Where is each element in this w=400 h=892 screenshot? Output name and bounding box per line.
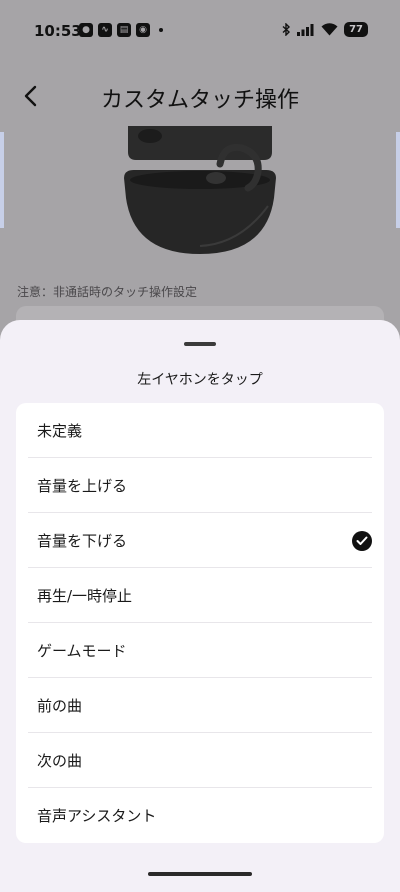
bottom-sheet: 左イヤホンをタップ 未定義音量を上げる 音量を下げる 再生/一時停止 ゲームモード 前の… xyxy=(0,320,400,892)
option-label: 音量を下げる xyxy=(37,532,128,550)
option-item[interactable]: 前の曲 xyxy=(16,678,384,733)
option-item[interactable]: 音量を下げる xyxy=(16,513,384,568)
more-notifications-dot xyxy=(159,28,163,32)
battery-icon: 77 xyxy=(344,22,368,37)
status-bar: 10:53 ● ∿ ▤ ◉ 77 xyxy=(0,0,400,60)
option-label: 再生/一時停止 xyxy=(37,587,133,605)
option-item[interactable]: 音量を上げる xyxy=(16,458,384,513)
bluetooth-icon xyxy=(282,23,291,36)
option-label: ゲームモード xyxy=(37,642,127,660)
option-label: 音声アシスタント xyxy=(37,807,157,825)
option-item[interactable]: 再生/一時停止 xyxy=(16,568,384,623)
option-item[interactable]: 次の曲 xyxy=(16,733,384,788)
left-edge-indicator xyxy=(0,132,4,228)
option-label: 前の曲 xyxy=(37,697,83,715)
option-label: 音量を上げる xyxy=(37,477,128,495)
status-time: 10:53 xyxy=(34,22,82,40)
signal-icon xyxy=(297,23,314,36)
sheet-title: 左イヤホンをタップ xyxy=(137,372,263,388)
home-indicator[interactable] xyxy=(148,872,252,876)
news-icon: ▤ xyxy=(117,23,131,37)
notification-icons: ● ∿ ▤ ◉ xyxy=(79,23,163,37)
drag-handle[interactable] xyxy=(184,342,216,346)
wifi-icon xyxy=(321,23,338,36)
activity-icon: ∿ xyxy=(98,23,112,37)
checkmark-icon xyxy=(352,530,372,551)
option-list: 未定義音量を上げる 音量を下げる 再生/一時停止 ゲームモード 前の曲次の曲音声アシスタ… xyxy=(16,403,384,843)
app-icon: ◉ xyxy=(136,23,150,37)
right-edge-indicator xyxy=(396,132,400,228)
page-title: カスタムタッチ操作 xyxy=(100,88,299,113)
option-item[interactable]: ゲームモード xyxy=(16,623,384,678)
earbuds-case-image xyxy=(124,126,276,254)
notice-text: 注意：非通話時のタッチ操作設定 xyxy=(17,285,198,299)
option-label: 次の曲 xyxy=(37,752,83,770)
option-item[interactable]: 未定義 xyxy=(16,403,384,458)
option-item[interactable]: 音声アシスタント xyxy=(16,788,384,843)
status-right: 77 xyxy=(282,22,368,37)
notification-icon: ● xyxy=(79,23,93,37)
option-label: 未定義 xyxy=(37,422,83,440)
